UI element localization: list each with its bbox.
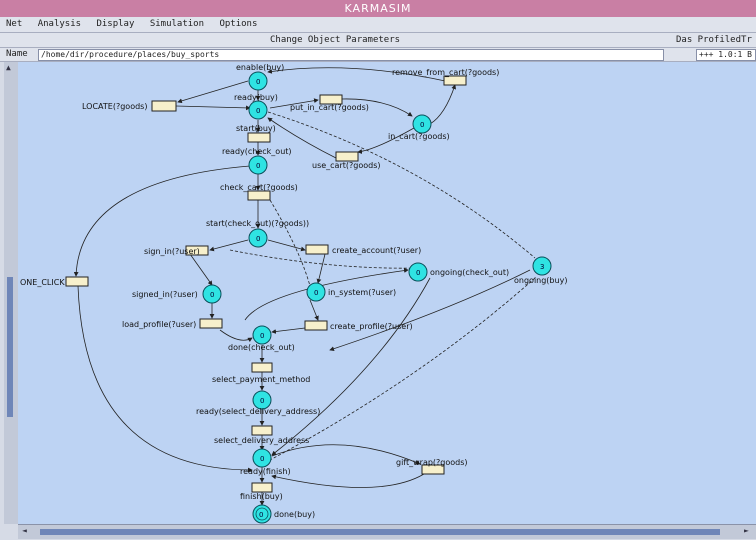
menu-net[interactable]: Net (6, 19, 22, 29)
transition-label: put_in_cart(?goods) (290, 103, 369, 112)
place-token: 0 (416, 269, 420, 277)
place-label: ready(check_out) (222, 147, 292, 156)
place-token: 0 (256, 235, 260, 243)
place-in-system[interactable]: 0 in_system(?user) (306, 282, 396, 302)
place-label: in_system(?user) (328, 288, 396, 297)
transition-gift-wrap[interactable]: gift_wrap(?goods) (396, 458, 468, 475)
place-label: ongoing(check_out) (430, 268, 509, 277)
menu-simulation[interactable]: Simulation (150, 19, 204, 29)
menu-analysis[interactable]: Analysis (38, 19, 81, 29)
place-label: ready(finish) (240, 467, 291, 476)
transition-create-profile[interactable]: create_profile(?user) (304, 320, 413, 331)
place-token: 0 (256, 107, 260, 115)
place-ongoing-buy[interactable]: 3 ongoing(buy) (514, 256, 567, 285)
transition-create-account[interactable]: create_account(?user) (305, 244, 421, 255)
transition-label: create_profile(?user) (330, 322, 413, 331)
transition-label: load_profile(?user) (122, 320, 196, 329)
place-ongoing-check-out[interactable]: 0 ongoing(check_out) (408, 262, 509, 282)
place-token: 0 (256, 162, 260, 170)
transition-label: finish(buy) (240, 492, 283, 501)
transition-one-click[interactable]: ONE_CLICK (20, 276, 89, 287)
place-enable-buy[interactable]: 0 enable(buy) (236, 63, 284, 91)
transition-label: check_cart(?goods) (220, 183, 298, 192)
place-label: done(check_out) (228, 343, 295, 352)
transition-use-cart[interactable]: use_cart(?goods) (312, 151, 381, 170)
transition-label: LOCATE(?goods) (82, 102, 147, 111)
place-token: 0 (314, 289, 318, 297)
transition-load-profile[interactable]: load_profile(?user) (122, 318, 223, 329)
vertical-scrollbar[interactable]: ▲ (4, 62, 19, 524)
place-label: ready(select_delivery_address) (196, 407, 320, 416)
place-signed-in[interactable]: 0 signed_in(?user) (132, 284, 222, 304)
scroll-right-icon[interactable]: ► (744, 526, 749, 535)
place-done-check-out[interactable]: 0 done(check_out) (228, 325, 295, 352)
place-token: 0 (420, 121, 424, 129)
place-label: ongoing(buy) (514, 276, 567, 285)
app-window: KARMASIM Net Analysis Display Simulation… (0, 0, 756, 540)
place-start-check-out[interactable]: 0 start(check_out)(?goods)) (206, 219, 309, 248)
vertical-scroll-thumb[interactable] (7, 277, 13, 417)
place-token: 0 (210, 291, 214, 299)
path-label: Name (6, 49, 28, 59)
place-label: done(buy) (274, 510, 315, 519)
horizontal-scroll-thumb[interactable] (40, 529, 720, 535)
change-object-parameters-button[interactable]: Change Object Parameters (270, 33, 400, 47)
zoom-field[interactable]: +++ 1.0:1 B (696, 49, 756, 61)
horizontal-scrollbar[interactable]: ◄ ► (18, 524, 756, 539)
menu-options[interactable]: Options (219, 19, 257, 29)
place-label: enable(buy) (236, 63, 284, 72)
path-bar: Name /home/dir/procedure/places/buy_spor… (0, 48, 756, 62)
transition-label: select_payment_method (212, 375, 310, 384)
place-label: ready(buy) (234, 93, 278, 102)
profiled-toggle[interactable]: Das ProfiledTr (676, 33, 752, 47)
place-token: 0 (260, 332, 264, 340)
place-ready-buy[interactable]: 0 ready(buy) (234, 93, 278, 120)
place-in-cart[interactable]: 0 in_cart(?goods) (388, 114, 450, 141)
transition-label: ONE_CLICK (20, 278, 65, 287)
scroll-up-icon[interactable]: ▲ (6, 63, 11, 72)
transition-check-cart[interactable]: check_cart(?goods) (220, 183, 298, 201)
place-token: 0 (259, 511, 263, 519)
menu-display[interactable]: Display (96, 19, 134, 29)
place-token: 0 (256, 78, 260, 86)
petri-net-canvas[interactable]: 0 enable(buy) 0 ready(buy) 0 in_cart(?go… (18, 62, 756, 524)
toolbar: Change Object Parameters Das ProfiledTr (0, 33, 756, 48)
place-token: 3 (540, 263, 544, 271)
place-ready-select-delivery[interactable]: 0 ready(select_delivery_address) (196, 390, 320, 416)
place-label: in_cart(?goods) (388, 132, 450, 141)
transition-label: select_delivery_address (214, 436, 309, 445)
transition-put-in-cart[interactable]: put_in_cart(?goods) (290, 94, 369, 112)
window-title: KARMASIM (0, 0, 756, 17)
transition-label: gift_wrap(?goods) (396, 458, 468, 467)
transition-sign-in[interactable]: sign_in(?user) (144, 245, 209, 256)
place-label: start(check_out)(?goods)) (206, 219, 309, 228)
place-done-buy[interactable]: 0 done(buy) (252, 504, 315, 524)
transition-locate[interactable]: LOCATE(?goods) (82, 100, 177, 112)
transition-label: create_account(?user) (332, 246, 421, 255)
transition-label: start(buy) (236, 124, 276, 133)
transition-start-buy[interactable]: start(buy) (236, 124, 276, 143)
place-token: 0 (260, 455, 264, 463)
transition-select-delivery[interactable]: select_delivery_address (214, 425, 309, 445)
place-token: 0 (260, 397, 264, 405)
transition-label: use_cart(?goods) (312, 161, 381, 170)
place-ready-check-out[interactable]: 0 ready(check_out) (222, 147, 292, 175)
scroll-left-icon[interactable]: ◄ (22, 526, 27, 535)
transition-label: remove_from_cart(?goods) (392, 68, 499, 77)
menu-bar: Net Analysis Display Simulation Options (0, 17, 756, 33)
transition-select-payment[interactable]: select_payment_method (212, 362, 310, 384)
transition-remove-from-cart[interactable]: remove_from_cart(?goods) (392, 68, 499, 86)
place-label: signed_in(?user) (132, 290, 198, 299)
transition-finish[interactable]: finish(buy) (240, 482, 283, 501)
path-input[interactable]: /home/dir/procedure/places/buy_sports (38, 49, 664, 61)
transition-label: sign_in(?user) (144, 247, 200, 256)
